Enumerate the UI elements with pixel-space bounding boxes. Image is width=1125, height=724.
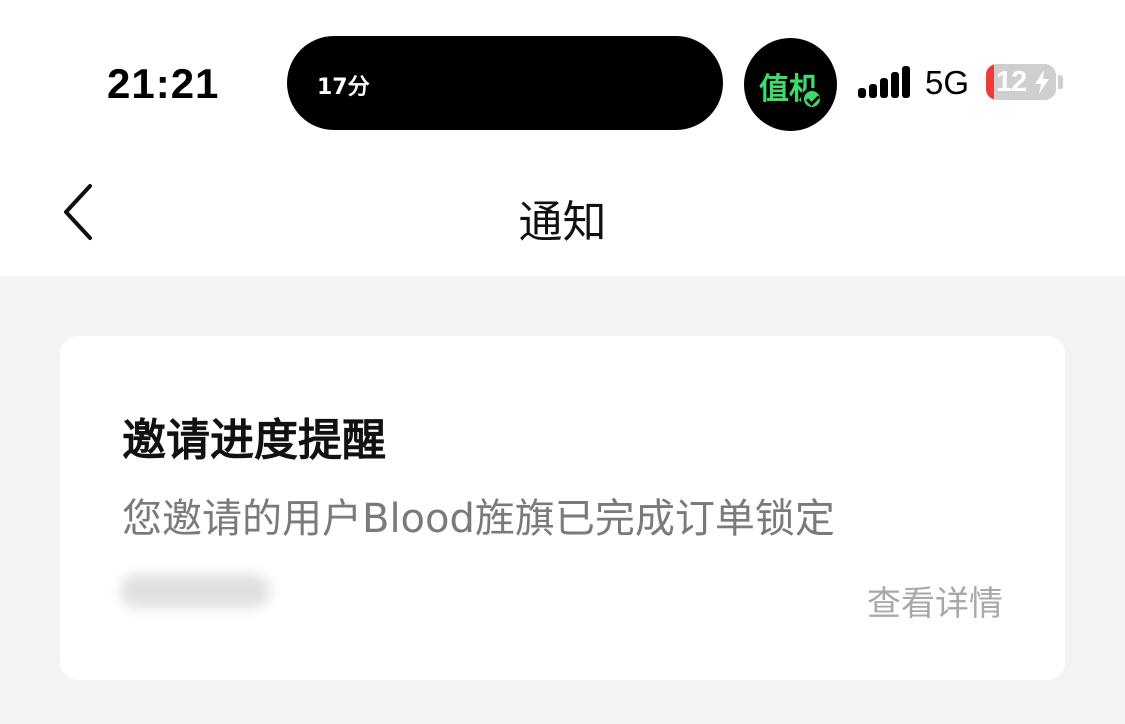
status-bar: 21:21 17分 值机 5G 12 bbox=[0, 0, 1125, 150]
charging-bolt-icon bbox=[1035, 70, 1049, 94]
notification-title: 邀请进度提醒 bbox=[122, 415, 386, 466]
notification-screen: 21:21 17分 值机 5G 12 通知 邀请进度提醒 您邀请的用户Blood… bbox=[0, 0, 1125, 724]
dynamic-island[interactable]: 17分 bbox=[287, 36, 723, 130]
battery-cap bbox=[1058, 75, 1063, 89]
network-type: 5G bbox=[925, 64, 970, 101]
notification-timestamp-redacted bbox=[120, 574, 270, 608]
notification-card[interactable]: 邀请进度提醒 您邀请的用户Blood旌旗已完成订单锁定 查看详情 bbox=[60, 336, 1065, 680]
status-time: 21:21 bbox=[107, 60, 220, 107]
checkin-badge[interactable]: 值机 bbox=[744, 38, 837, 131]
battery-level-fill bbox=[986, 64, 995, 100]
view-details-link[interactable]: 查看详情 bbox=[867, 576, 1003, 625]
check-icon bbox=[801, 88, 823, 110]
battery-percent: 12 bbox=[996, 66, 1027, 98]
signal-strength-icon bbox=[858, 66, 910, 98]
page-title: 通知 bbox=[518, 197, 607, 248]
battery-icon: 12 bbox=[986, 64, 1056, 100]
nav-header: 通知 bbox=[0, 150, 1125, 276]
notification-body: 您邀请的用户Blood旌旗已完成订单锁定 bbox=[122, 496, 835, 542]
island-live-activity-text: 17分 bbox=[317, 75, 370, 100]
